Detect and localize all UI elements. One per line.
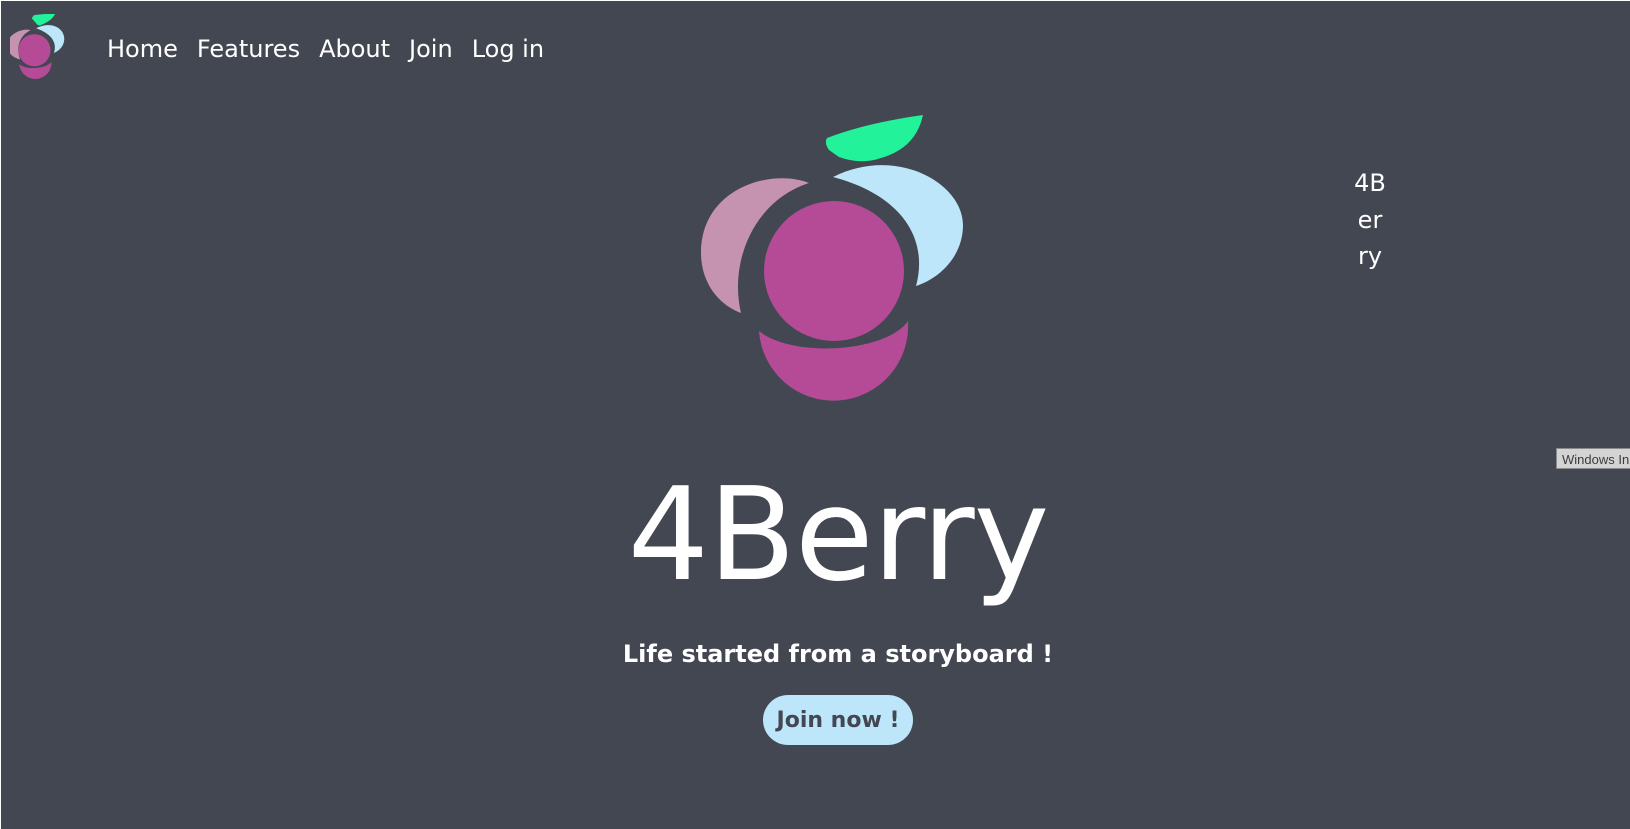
hero-title: 4Berry <box>627 461 1050 610</box>
vertical-brand-text: 4Berry <box>1354 169 1386 270</box>
nav-link-login[interactable]: Log in <box>472 31 544 67</box>
4berry-logo-icon[interactable] <box>10 14 74 84</box>
4berry-berry-logo <box>701 115 963 401</box>
landing-page: Home Features About Join Log in 4Berry 4… <box>1 1 1630 829</box>
nav-link-about[interactable]: About <box>319 31 390 67</box>
hero-tagline: Life started from a storyboard ! <box>622 640 1054 668</box>
nav-link-join[interactable]: Join <box>409 31 453 67</box>
join-now-button[interactable]: Join now ! <box>763 695 913 745</box>
nav-link-home[interactable]: Home <box>107 31 178 67</box>
nav-link-features[interactable]: Features <box>197 31 300 67</box>
main-nav: Home Features About Join Log in <box>107 31 544 67</box>
windows-tooltip: Windows In <box>1556 448 1630 469</box>
